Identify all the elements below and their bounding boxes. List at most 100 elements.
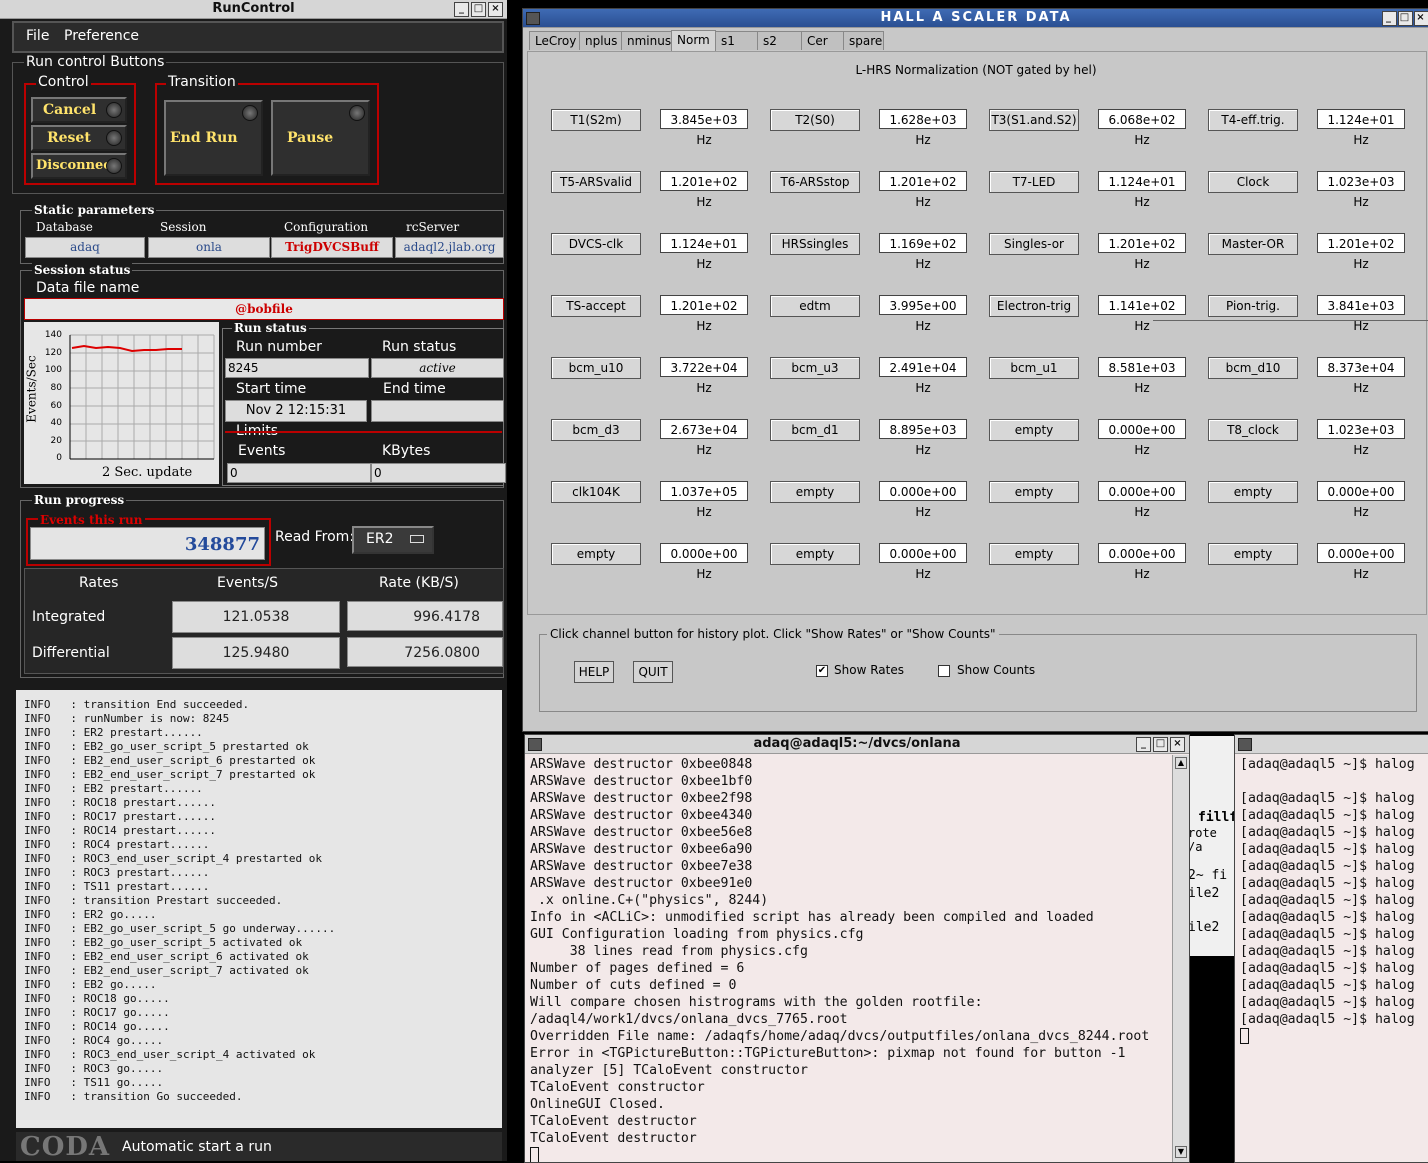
- kbytes-limit-field[interactable]: 0: [371, 463, 506, 483]
- channel-button[interactable]: empty: [1208, 543, 1298, 565]
- channel-rate-field[interactable]: 0.000e+00 Hz: [1098, 543, 1186, 581]
- channel-rate-field[interactable]: 2.673e+04 Hz: [660, 419, 748, 457]
- channel-rate-field[interactable]: 1.201e+02 Hz: [1098, 233, 1186, 271]
- channel-button[interactable]: edtm: [770, 295, 860, 317]
- channel-button[interactable]: DVCS-clk: [551, 233, 641, 255]
- channel-button[interactable]: T2(S0): [770, 109, 860, 131]
- terminal-scrollbar[interactable]: ▲ ▼: [1172, 755, 1189, 1162]
- channel-button[interactable]: clk104K: [551, 481, 641, 503]
- channel-rate-field[interactable]: 1.124e+01 Hz: [1098, 171, 1186, 209]
- terminal-output[interactable]: ARSWave destructor 0xbee0848 ARSWave dest…: [530, 756, 1149, 1162]
- channel-button[interactable]: empty: [989, 481, 1079, 503]
- close-icon[interactable]: ×: [488, 2, 503, 17]
- menu-file[interactable]: File: [26, 28, 49, 44]
- channel-button[interactable]: Electron-trig: [989, 295, 1079, 317]
- runcontrol-titlebar[interactable]: RunControl _ □ ×: [0, 0, 507, 19]
- terminal-titlebar[interactable]: adaq@adaql5:~/dvcs/onlana _ □ ×: [525, 735, 1189, 754]
- channel-rate-field[interactable]: 1.169e+02 Hz: [879, 233, 967, 271]
- minimize-icon[interactable]: _: [1136, 737, 1151, 752]
- show-counts-checkbox[interactable]: [938, 665, 950, 677]
- close-icon[interactable]: ×: [1414, 11, 1428, 26]
- channel-rate-field[interactable]: 6.068e+02 Hz: [1098, 109, 1186, 147]
- tab-nminus[interactable]: nminus: [621, 31, 672, 50]
- channel-button[interactable]: empty: [551, 543, 641, 565]
- channel-button[interactable]: bcm_u1: [989, 357, 1079, 379]
- tab-norm[interactable]: Norm: [671, 30, 716, 51]
- maximize-icon[interactable]: □: [1398, 11, 1413, 26]
- tab-spare[interactable]: spare: [843, 31, 884, 50]
- channel-rate-field[interactable]: 0.000e+00 Hz: [879, 481, 967, 519]
- channel-rate-field[interactable]: 0.000e+00 Hz: [660, 543, 748, 581]
- channel-button[interactable]: empty: [989, 419, 1079, 441]
- channel-button[interactable]: bcm_d1: [770, 419, 860, 441]
- tab-s2[interactable]: s2: [757, 31, 802, 50]
- channel-rate-field[interactable]: 3.722e+04 Hz: [660, 357, 748, 395]
- channel-button[interactable]: T1(S2m): [551, 109, 641, 131]
- channel-rate-field[interactable]: 1.201e+02 Hz: [1317, 233, 1405, 271]
- channel-rate-field[interactable]: 0.000e+00 Hz: [1098, 419, 1186, 457]
- channel-rate-field[interactable]: 8.895e+03 Hz: [879, 419, 967, 457]
- menu-preference[interactable]: Preference: [64, 28, 139, 44]
- channel-button[interactable]: bcm_d3: [551, 419, 641, 441]
- tab-lecroy[interactable]: LeCroy: [529, 31, 580, 50]
- channel-button[interactable]: bcm_u3: [770, 357, 860, 379]
- channel-rate-field[interactable]: 0.000e+00 Hz: [1098, 481, 1186, 519]
- channel-button[interactable]: T3(S1.and.S2): [989, 109, 1079, 131]
- terminal-output[interactable]: [adaq@adaql5 ~]$ halog [adaq@adaql5 ~]$ h…: [1240, 756, 1415, 1046]
- quit-button[interactable]: QUIT: [633, 661, 673, 683]
- channel-button[interactable]: T7-LED: [989, 171, 1079, 193]
- message-log[interactable]: INFO : transition End succeeded. INFO : r…: [16, 690, 502, 1128]
- scaler-titlebar[interactable]: HALL A SCALER DATA _ □ ×: [523, 9, 1428, 28]
- cancel-button[interactable]: Cancel: [31, 97, 127, 123]
- tab-cer[interactable]: Cer: [801, 31, 844, 50]
- channel-rate-field[interactable]: 1.201e+02 Hz: [660, 295, 748, 333]
- channel-button[interactable]: Master-OR: [1208, 233, 1298, 255]
- pause-button[interactable]: Pause: [271, 100, 370, 176]
- end-run-button[interactable]: End Run: [164, 100, 263, 176]
- channel-rate-field[interactable]: 1.124e+01 Hz: [660, 233, 748, 271]
- channel-rate-field[interactable]: 3.995e+00 Hz: [879, 295, 967, 333]
- channel-button[interactable]: Singles-or: [989, 233, 1079, 255]
- channel-button[interactable]: empty: [770, 481, 860, 503]
- channel-button[interactable]: Clock: [1208, 171, 1298, 193]
- channel-button[interactable]: bcm_u10: [551, 357, 641, 379]
- window-menu-icon[interactable]: [1238, 738, 1252, 751]
- tab-nplus[interactable]: nplus: [579, 31, 622, 50]
- channel-rate-field[interactable]: 8.373e+04 Hz: [1317, 357, 1405, 395]
- channel-button[interactable]: empty: [1208, 481, 1298, 503]
- window-menu-icon[interactable]: [528, 738, 542, 751]
- minimize-icon[interactable]: _: [454, 2, 469, 17]
- channel-rate-field[interactable]: 0.000e+00 Hz: [879, 543, 967, 581]
- channel-button[interactable]: empty: [770, 543, 860, 565]
- channel-rate-field[interactable]: 1.628e+03 Hz: [879, 109, 967, 147]
- tab-s1[interactable]: s1: [715, 31, 758, 50]
- channel-rate-field[interactable]: 1.037e+05 Hz: [660, 481, 748, 519]
- reset-button[interactable]: Reset: [31, 125, 127, 151]
- channel-button[interactable]: Pion-trig.: [1208, 295, 1298, 317]
- scroll-up-icon[interactable]: ▲: [1175, 757, 1187, 769]
- help-button[interactable]: HELP: [574, 661, 614, 683]
- window-menu-icon[interactable]: [526, 12, 540, 25]
- channel-button[interactable]: T5-ARSvalid: [551, 171, 641, 193]
- events-limit-field[interactable]: 0: [227, 463, 371, 483]
- channel-rate-field[interactable]: 1.023e+03 Hz: [1317, 171, 1405, 209]
- terminal-titlebar[interactable]: [1235, 735, 1428, 754]
- channel-button[interactable]: T4-eff.trig.: [1208, 109, 1298, 131]
- disconnect-button[interactable]: Disconnect: [31, 153, 127, 179]
- close-icon[interactable]: ×: [1170, 737, 1185, 752]
- channel-rate-field[interactable]: 3.841e+03 Hz: [1317, 295, 1405, 333]
- channel-rate-field[interactable]: 1.023e+03 Hz: [1317, 419, 1405, 457]
- channel-rate-field[interactable]: 1.201e+02 Hz: [660, 171, 748, 209]
- scroll-down-icon[interactable]: ▼: [1175, 1146, 1187, 1158]
- channel-button[interactable]: T8_clock: [1208, 419, 1298, 441]
- show-rates-checkbox[interactable]: ✔: [816, 665, 828, 677]
- channel-rate-field[interactable]: 1.201e+02 Hz: [879, 171, 967, 209]
- channel-button[interactable]: bcm_d10: [1208, 357, 1298, 379]
- channel-button[interactable]: empty: [989, 543, 1079, 565]
- minimize-icon[interactable]: _: [1382, 11, 1397, 26]
- channel-rate-field[interactable]: 0.000e+00 Hz: [1317, 481, 1405, 519]
- maximize-icon[interactable]: □: [471, 2, 486, 17]
- channel-rate-field[interactable]: 1.141e+02 Hz: [1098, 295, 1186, 333]
- channel-button[interactable]: T6-ARSstop: [770, 171, 860, 193]
- channel-rate-field[interactable]: 1.124e+01 Hz: [1317, 109, 1405, 147]
